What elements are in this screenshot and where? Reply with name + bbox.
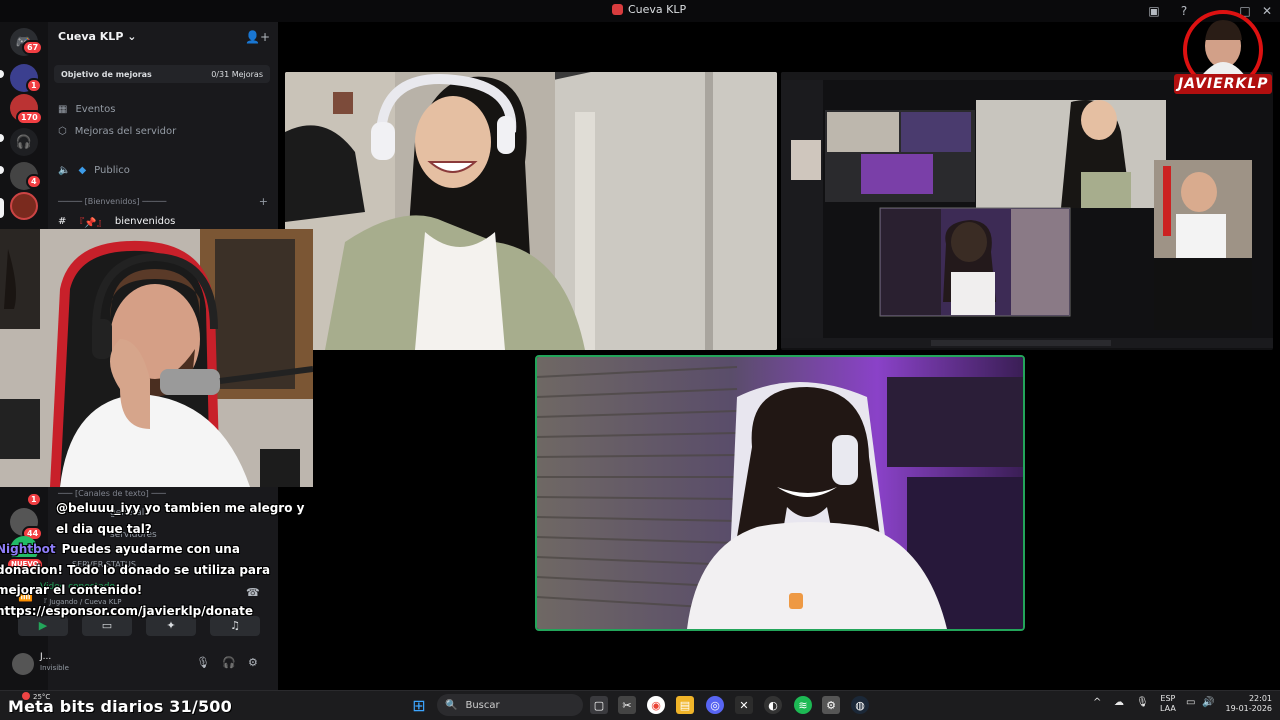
user-name: J... <box>40 652 52 662</box>
unread-pip <box>0 166 4 174</box>
keyboard-layout: LAA <box>1160 704 1176 713</box>
events-label: Eventos <box>75 104 116 115</box>
search-icon: 🔍 <box>445 699 458 711</box>
snipping-tool-icon[interactable]: ✂ <box>618 696 636 714</box>
streamer-webcam <box>0 229 313 487</box>
window-title-text: Cueva KLP <box>628 3 687 16</box>
search-placeholder: Buscar <box>465 699 500 711</box>
server-boosts-link[interactable]: ⬡ Mejoras del servidor <box>58 126 176 137</box>
pin-icon: 『📌』 <box>74 218 107 229</box>
stream-chat-overlay: @beluuu_iyy yo tambien me alegro y el di… <box>0 498 306 621</box>
boost-goal-progress: 0/31 Mejoras <box>211 69 263 79</box>
server-badge-1: 1 <box>26 78 42 93</box>
tray-mic-icon[interactable]: 🎙 <box>1136 698 1149 708</box>
voice-channel-publico[interactable]: 🔈 ◆ Publico <box>58 165 130 176</box>
title-bar: Cueva KLP ▣ ? – □ ✕ <box>0 0 1280 22</box>
file-explorer-icon[interactable]: ▤ <box>676 696 694 714</box>
language-indicator[interactable]: ESP LAA <box>1160 694 1176 714</box>
unread-pip <box>0 134 4 142</box>
server-boosts-label: Mejoras del servidor <box>74 126 177 137</box>
add-channel-icon[interactable]: + <box>259 195 268 208</box>
weather-alert-icon <box>22 692 30 700</box>
taskbar-search[interactable]: 🔍 Buscar <box>437 694 583 716</box>
inbox-icon[interactable]: ▣ <box>1146 3 1162 19</box>
clock-date: 19-01-2026 <box>1225 704 1273 713</box>
server-badge-3: 4 <box>26 174 42 189</box>
category-welcome-label: ───── [Bienvenidos] ───── <box>58 197 167 206</box>
channel-logo: JAVIERKLP <box>1172 10 1274 100</box>
obs-icon[interactable]: ◐ <box>764 696 782 714</box>
clock-time: 22:01 <box>1248 694 1272 703</box>
unread-pip <box>0 70 4 78</box>
server-badge-4: 1 <box>26 492 42 507</box>
user-avatar[interactable] <box>12 653 34 675</box>
window-title: Cueva KLP <box>612 3 686 16</box>
spotify-icon[interactable]: ≋ <box>794 696 812 714</box>
server-icon-cueva-klp[interactable] <box>10 192 38 220</box>
hash-icon: # <box>58 216 67 227</box>
tray-app-icon[interactable]: ☁ <box>1114 698 1124 708</box>
stream-screen: Cueva KLP ▣ ? – □ ✕ 🎮 67 1 170 🎧 4 1 44 … <box>0 0 1280 720</box>
participant-2-video <box>537 357 1023 629</box>
video-tile-screen-share[interactable] <box>781 72 1273 350</box>
calendar-icon: ▦ <box>58 104 68 115</box>
user-status: Invisible <box>40 664 69 672</box>
channel-welcome-label: bienvenidos <box>114 216 176 227</box>
events-link[interactable]: ▦ Eventos <box>58 104 115 115</box>
category-bienvenidos[interactable]: ───── [Bienvenidos] ───── <box>58 197 166 206</box>
chat-message-text: @beluuu_iyy yo tambien me alegro y el di… <box>56 501 305 536</box>
server-logo-icon <box>612 4 623 15</box>
voice-channel-label: Publico <box>94 165 130 176</box>
network-icon[interactable]: ▭ <box>1186 698 1195 708</box>
participant-1-video <box>285 72 777 350</box>
headphones-icon[interactable]: 🎧 <box>222 656 236 669</box>
video-tile-participant-2-speaking[interactable] <box>535 355 1025 631</box>
chat-message: Nightbot Puedes ayudarme con una donacion… <box>0 539 306 621</box>
windows-start-icon[interactable]: ⊞ <box>410 696 428 715</box>
discord-taskbar-icon[interactable]: ◎ <box>706 696 724 714</box>
category-canales-de-texto[interactable]: ─── [Canales de texto] ─── <box>58 489 166 498</box>
channel-logo-text: JAVIERKLP <box>1178 76 1269 92</box>
screen-share-video <box>781 72 1273 350</box>
headphones-server-icon[interactable]: 🎧 <box>10 128 38 156</box>
category-text-label: ─── [Canales de texto] ─── <box>58 489 166 498</box>
boost-goal-bar[interactable]: Objetivo de mejoras 0/31 Mejoras <box>54 65 270 83</box>
server-name: Cueva KLP <box>58 30 124 43</box>
speaker-icon: 🔈 <box>58 165 71 176</box>
chat-message-author: Nightbot <box>0 542 56 556</box>
server-badge-2: 170 <box>16 110 43 125</box>
boost-goal-label: Objetivo de mejoras <box>61 69 152 79</box>
settings-taskbar-icon[interactable]: ⚙ <box>822 696 840 714</box>
selected-pip <box>0 198 4 218</box>
xbox-icon[interactable]: ✕ <box>735 696 753 714</box>
invite-people-icon[interactable]: 👤+ <box>245 30 270 44</box>
boost-gem-icon: ⬡ <box>58 126 67 137</box>
diamond-icon: ◆ <box>78 165 87 176</box>
language-code: ESP <box>1160 694 1176 703</box>
task-view-icon[interactable]: ▢ <box>590 696 608 714</box>
settings-gear-icon[interactable]: ⚙ <box>248 656 258 669</box>
steam-icon[interactable]: ◍ <box>851 696 869 714</box>
chrome-icon[interactable]: ◉ <box>647 696 665 714</box>
microphone-icon[interactable]: 🎙 <box>196 656 210 669</box>
tray-overflow-icon[interactable]: ^ <box>1093 698 1101 708</box>
server-name-dropdown[interactable]: Cueva KLP ⌄ <box>58 30 136 43</box>
video-tile-participant-1[interactable] <box>285 72 777 350</box>
text-channel-bienvenidos[interactable]: # 『📌』 bienvenidos <box>58 214 175 229</box>
weather-temp[interactable]: 25°C <box>33 693 50 701</box>
home-badge: 67 <box>22 40 44 55</box>
streamer-webcam-video <box>0 229 313 487</box>
chat-message: @beluuu_iyy yo tambien me alegro y el di… <box>56 498 306 539</box>
volume-icon[interactable]: 🔊 <box>1202 698 1214 708</box>
clock[interactable]: 22:01 19-01-2026 <box>1222 694 1273 714</box>
chevron-down-icon: ⌄ <box>127 30 137 43</box>
